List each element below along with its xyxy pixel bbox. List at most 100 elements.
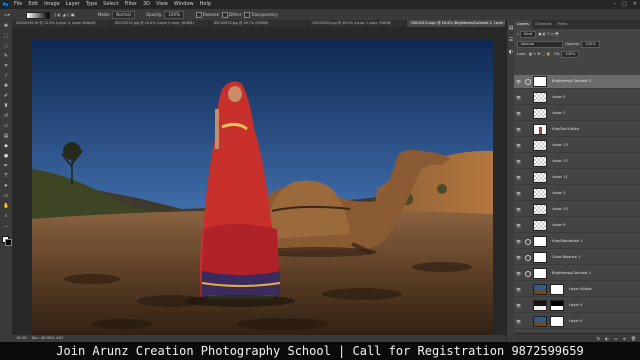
layer-row[interactable]: 👁 Hue/Saturation 1 — [514, 235, 640, 249]
visibility-eye-icon[interactable]: 👁 — [516, 111, 521, 116]
layer-row[interactable]: 👁 Layer 5 — [514, 91, 640, 105]
quick-select-tool-icon[interactable]: ✎ — [3, 54, 9, 59]
menu-layer[interactable]: Layer — [66, 0, 80, 9]
brush-tool-icon[interactable]: ✐ — [3, 94, 9, 99]
menu-type[interactable]: Type — [86, 0, 97, 9]
layer-row[interactable]: 👁 Brightness/Contrast 1 — [514, 267, 640, 281]
lasso-tool-icon[interactable]: ◌ — [3, 44, 9, 49]
visibility-eye-icon[interactable]: 👁 — [516, 95, 521, 100]
fx-icon[interactable]: fx — [597, 334, 601, 342]
menu-view[interactable]: View — [156, 0, 168, 9]
maximize-icon[interactable]: □ — [622, 0, 627, 9]
visibility-eye-icon[interactable]: 👁 — [516, 319, 521, 324]
layer-thumbnail[interactable] — [533, 172, 547, 183]
zoom-tool-icon[interactable]: ⌕ — [3, 214, 9, 219]
pen-tool-icon[interactable]: ✒ — [3, 164, 9, 169]
history-brush-tool-icon[interactable]: ↺ — [3, 114, 9, 119]
visibility-eye-icon[interactable]: 👁 — [516, 223, 521, 228]
layer-mask-thumbnail[interactable] — [533, 268, 547, 279]
layer-thumbnail[interactable] — [533, 108, 547, 119]
layer-mask-thumbnail[interactable] — [550, 300, 564, 311]
layer-row[interactable]: 👁 Layer 4 — [514, 299, 640, 313]
trash-icon[interactable]: 🗑 — [631, 334, 636, 342]
visibility-eye-icon[interactable]: 👁 — [516, 143, 521, 148]
move-tool-icon[interactable]: ✥ — [3, 24, 9, 29]
layer-row[interactable]: 👁 Layer 0 — [514, 315, 640, 329]
layer-row[interactable]: 👁 Layer Kirtika — [514, 283, 640, 297]
path-select-tool-icon[interactable]: ➤ — [3, 184, 9, 189]
menu-file[interactable]: File — [14, 0, 22, 9]
layer-mask-thumbnail[interactable] — [533, 236, 547, 247]
gradient-tool-icon[interactable]: ▤ — [3, 134, 9, 139]
mode-select[interactable]: Mode: Normal — [98, 9, 135, 20]
layer-row[interactable]: 👁 Layer 10 — [514, 203, 640, 217]
visibility-eye-icon[interactable]: 👁 — [516, 239, 521, 244]
layer-row[interactable]: 👁 Hüe/Sat Kirtika — [514, 123, 640, 137]
crop-tool-icon[interactable]: ⌗ — [3, 64, 9, 69]
layer-thumbnail[interactable] — [533, 124, 547, 135]
zoom-readout[interactable]: 16.4% — [16, 336, 27, 340]
layer-row[interactable]: 👁 Layer 3 — [514, 187, 640, 201]
menu-window[interactable]: Window — [174, 0, 194, 9]
type-tool-icon[interactable]: T — [3, 174, 9, 179]
menu-image[interactable]: Image — [44, 0, 60, 9]
marquee-tool-icon[interactable]: ⬚ — [3, 34, 9, 39]
reverse-checkbox[interactable]: Reverse — [196, 9, 219, 20]
visibility-eye-icon[interactable]: 👁 — [516, 175, 521, 180]
gradient-tool-icon[interactable]: ▭▾ — [4, 9, 10, 20]
layer-mask-thumbnail[interactable] — [533, 252, 547, 263]
document-canvas[interactable] — [32, 39, 493, 339]
dither-checkbox[interactable]: Dither — [222, 9, 241, 20]
visibility-eye-icon[interactable]: 👁 — [516, 287, 521, 292]
menu-3d[interactable]: 3D — [143, 0, 150, 9]
canvas-area[interactable] — [12, 27, 506, 339]
blur-tool-icon[interactable]: ◆ — [3, 144, 9, 149]
group-icon[interactable]: ▭ — [614, 334, 618, 342]
opacity-field[interactable]: Opacity: 100% — [146, 9, 184, 20]
dodge-tool-icon[interactable]: ● — [3, 154, 9, 159]
layer-row[interactable]: 👁 Layer 9 — [514, 219, 640, 233]
background-color-swatch[interactable] — [5, 239, 12, 246]
new-layer-icon[interactable]: ⊕ — [623, 334, 626, 342]
layer-thumbnail[interactable] — [533, 284, 547, 295]
visibility-eye-icon[interactable]: 👁 — [516, 303, 521, 308]
layer-thumbnail[interactable] — [533, 188, 547, 199]
layer-thumbnail[interactable] — [533, 140, 547, 151]
layer-mask-thumbnail[interactable] — [550, 316, 564, 327]
layer-thumbnail[interactable] — [533, 92, 547, 103]
visibility-eye-icon[interactable]: 👁 — [516, 127, 521, 132]
document-tab[interactable]: DSC00525.jpg @ 16.9% (Layer 1 copy, RGB/… — [308, 20, 408, 27]
layer-thumbnail[interactable] — [533, 300, 547, 311]
tab-paths[interactable]: Paths — [555, 20, 571, 29]
close-icon[interactable]: ✕ — [633, 0, 637, 9]
blend-mode-select[interactable]: Normal — [517, 41, 563, 48]
menu-help[interactable]: Help — [200, 0, 211, 9]
layer-thumbnail[interactable] — [533, 204, 547, 215]
document-tab[interactable]: DSC00052.tif @ 12.5% (Layer 4, Layer Mas… — [12, 20, 111, 27]
layer-thumbnail[interactable] — [533, 220, 547, 231]
eraser-tool-icon[interactable]: ▱ — [3, 124, 9, 129]
document-tab[interactable]: DSC0013.copy @ 16.4% (Brightness/Contras… — [407, 20, 506, 27]
transparency-checkbox[interactable]: Transparency — [244, 9, 278, 20]
document-tab[interactable]: DSC00523.jpg @ 16.7% (RGB/8) — [210, 20, 309, 27]
layer-row[interactable]: 👁 Layer 7 — [514, 107, 640, 121]
layer-row[interactable]: 👁 Layer 11 — [514, 171, 640, 185]
filter-icons[interactable]: ▣ ◐ T ▭ ⬒ — [537, 32, 558, 36]
menu-filter[interactable]: Filter — [125, 0, 137, 9]
layer-thumbnail[interactable] — [533, 156, 547, 167]
layer-mask-thumbnail[interactable] — [550, 284, 564, 295]
layer-row[interactable]: 👁 Brightness/Contrast 2 — [514, 75, 640, 89]
visibility-eye-icon[interactable]: 👁 — [516, 207, 521, 212]
healing-tool-icon[interactable]: ✚ — [3, 84, 9, 89]
visibility-eye-icon[interactable]: 👁 — [516, 79, 521, 84]
shape-tool-icon[interactable]: ▭ — [3, 194, 9, 199]
layer-opacity-field[interactable]: 100% — [581, 41, 600, 48]
document-tab[interactable]: DSC00510.jpg @ 16.4% (Layer 5 copy, RGB/… — [111, 20, 210, 27]
layer-row[interactable]: 👁 Color Balance 1 — [514, 251, 640, 265]
minimize-icon[interactable]: – — [614, 0, 617, 9]
visibility-eye-icon[interactable]: 👁 — [516, 159, 521, 164]
visibility-eye-icon[interactable]: 👁 — [516, 271, 521, 276]
visibility-eye-icon[interactable]: 👁 — [516, 255, 521, 260]
layer-mask-thumbnail[interactable] — [533, 76, 547, 87]
layer-thumbnail[interactable] — [533, 316, 547, 327]
